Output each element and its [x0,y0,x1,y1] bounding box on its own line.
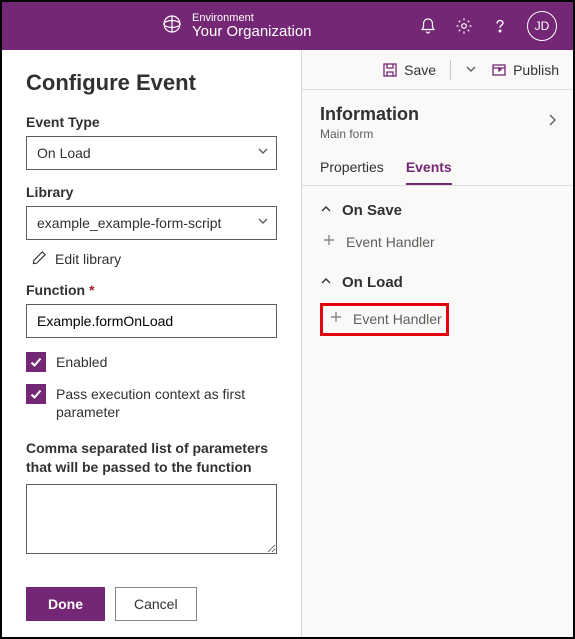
library-select[interactable]: example_example-form-script [26,206,277,240]
enabled-label: Enabled [56,352,107,371]
on-save-label: On Save [342,202,402,219]
publish-label: Publish [513,62,559,78]
publish-button[interactable]: Publish [491,62,559,78]
right-panel: Save Publish Information Main form Prope… [302,50,573,637]
panel-title: Configure Event [26,70,277,96]
notifications-icon[interactable] [419,17,437,35]
library-value: example_example-form-script [37,215,221,231]
function-input[interactable] [26,304,277,338]
chevron-up-icon [320,274,332,291]
function-label: Function * [26,282,277,298]
environment-org-name: Your Organization [192,24,419,41]
edit-library-text: Edit library [55,251,121,267]
parameters-label: Comma separated list of parameters that … [26,439,277,475]
panel-tabs: Properties Events [302,149,573,186]
pencil-icon [32,250,47,268]
environment-label: Environment [192,12,419,24]
environment-icon [162,14,182,39]
user-avatar[interactable]: JD [527,11,557,41]
save-button[interactable]: Save [382,62,436,78]
chevron-up-icon [320,202,332,219]
top-app-bar: Environment Your Organization JD [2,2,573,50]
add-event-handler-onsave[interactable]: Event Handler [320,231,555,254]
parameters-textarea[interactable] [26,484,277,554]
event-type-value: On Load [37,145,91,161]
save-chevron-down-icon[interactable] [465,62,477,78]
environment-block[interactable]: Environment Your Organization [192,12,419,41]
save-label: Save [404,62,436,78]
enabled-checkbox[interactable] [26,352,46,372]
information-title: Information [320,104,419,125]
add-event-handler-onload[interactable]: Event Handler [327,308,442,331]
event-type-select[interactable]: On Load [26,136,277,170]
highlighted-event-handler: Event Handler [320,303,449,336]
pass-context-checkbox[interactable] [26,384,46,404]
settings-icon[interactable] [455,17,473,35]
divider [450,60,451,80]
tab-events[interactable]: Events [406,159,452,185]
information-header: Information Main form [302,90,573,149]
configure-event-panel: Configure Event Event Type On Load Libra… [2,50,302,637]
done-button[interactable]: Done [26,587,105,621]
chevron-right-icon[interactable] [545,113,559,132]
event-handler-label: Event Handler [353,311,442,327]
on-load-label: On Load [342,274,403,291]
plus-icon [322,233,336,250]
cancel-button[interactable]: Cancel [115,587,197,621]
event-handler-label: Event Handler [346,234,435,250]
tab-properties[interactable]: Properties [320,159,384,185]
event-type-label: Event Type [26,114,277,130]
edit-library-link[interactable]: Edit library [32,250,277,268]
plus-icon [329,310,343,327]
on-load-header[interactable]: On Load [320,274,555,291]
library-label: Library [26,184,277,200]
on-save-header[interactable]: On Save [320,202,555,219]
command-bar: Save Publish [302,50,573,90]
on-save-section: On Save Event Handler [302,186,573,258]
information-subtitle: Main form [320,127,419,141]
pass-context-label: Pass execution context as first paramete… [56,384,277,421]
help-icon[interactable] [491,17,509,35]
on-load-section: On Load Event Handler [302,258,573,340]
